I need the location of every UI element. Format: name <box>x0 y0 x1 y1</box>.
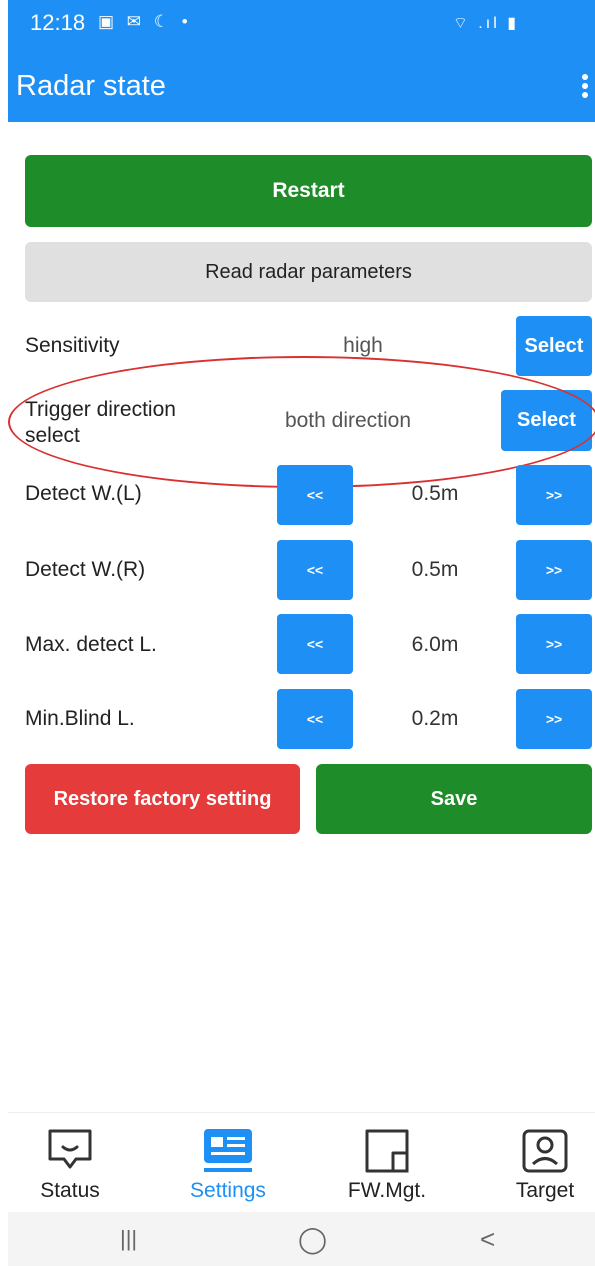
back-button[interactable]: < <box>480 1224 495 1255</box>
detect-width-right-increase-button[interactable]: >> <box>516 540 592 600</box>
max-detect-length-label: Max. detect L. <box>25 633 157 656</box>
home-button[interactable]: ◯ <box>298 1224 327 1255</box>
person-badge-icon <box>522 1129 568 1173</box>
sensitivity-label: Sensitivity <box>25 334 120 357</box>
app-bar: Radar state <box>8 50 595 122</box>
signal-battery-icons: ⌔ .ıl ▮ <box>452 15 519 32</box>
min-blind-length-value: 0.2m <box>411 707 459 730</box>
detect-width-left-label: Detect W.(L) <box>25 482 142 505</box>
trigger-direction-label: Trigger direction select <box>25 398 176 447</box>
app-screen: 12:18 ▣ ✉ ☾ • ⌔ .ıl ▮ Radar state Restar… <box>8 0 595 1266</box>
firmware-icon <box>365 1129 409 1173</box>
status-time: 12:18 <box>30 10 86 35</box>
status-bar: 12:18 ▣ ✉ ☾ • ⌔ .ıl ▮ <box>8 0 595 50</box>
nav-label-fw-mgt: FW.Mgt. <box>347 1179 427 1202</box>
min-blind-length-label: Min.Blind L. <box>25 707 135 730</box>
detect-width-left-decrease-button[interactable]: << <box>277 465 353 525</box>
sensitivity-value: high <box>343 334 383 357</box>
read-radar-parameters-button[interactable]: Read radar parameters <box>25 242 592 302</box>
page-title: Radar state <box>16 70 166 102</box>
min-blind-length-increase-button[interactable]: >> <box>516 689 592 749</box>
detect-width-right-decrease-button[interactable]: << <box>277 540 353 600</box>
nav-item-fw-mgt[interactable]: FW.Mgt. <box>317 1113 457 1213</box>
detect-width-right-value: 0.5m <box>411 558 459 581</box>
save-button[interactable]: Save <box>316 764 592 834</box>
nav-label-status: Status <box>40 1179 100 1202</box>
notification-icons: ▣ ✉ ☾ • <box>98 12 192 31</box>
system-nav-bar: ||| ◯ < <box>8 1212 595 1266</box>
restore-factory-setting-button[interactable]: Restore factory setting <box>25 764 300 834</box>
max-detect-length-increase-button[interactable]: >> <box>516 614 592 674</box>
chat-bubble-icon <box>48 1129 92 1169</box>
nav-item-target[interactable]: Target <box>475 1113 595 1213</box>
max-detect-length-decrease-button[interactable]: << <box>277 614 353 674</box>
sensitivity-select-button[interactable]: Select <box>516 316 592 376</box>
restart-button[interactable]: Restart <box>25 155 592 227</box>
max-detect-length-value: 6.0m <box>411 633 459 656</box>
nav-label-target: Target <box>515 1179 575 1202</box>
overflow-menu-icon[interactable] <box>579 74 591 102</box>
nav-item-settings[interactable]: Settings <box>158 1113 298 1213</box>
bottom-nav: Status Settings FW.Mgt. Target <box>8 1112 595 1212</box>
detect-width-left-increase-button[interactable]: >> <box>516 465 592 525</box>
min-blind-length-decrease-button[interactable]: << <box>277 689 353 749</box>
nav-item-status[interactable]: Status <box>0 1113 140 1213</box>
settings-card-icon <box>204 1129 252 1172</box>
trigger-direction-value: both direction <box>284 409 412 432</box>
recents-button[interactable]: ||| <box>120 1226 137 1252</box>
detect-width-left-value: 0.5m <box>411 482 459 505</box>
detect-width-right-label: Detect W.(R) <box>25 558 146 581</box>
nav-label-settings: Settings <box>190 1179 266 1202</box>
trigger-direction-select-button[interactable]: Select <box>501 390 592 451</box>
